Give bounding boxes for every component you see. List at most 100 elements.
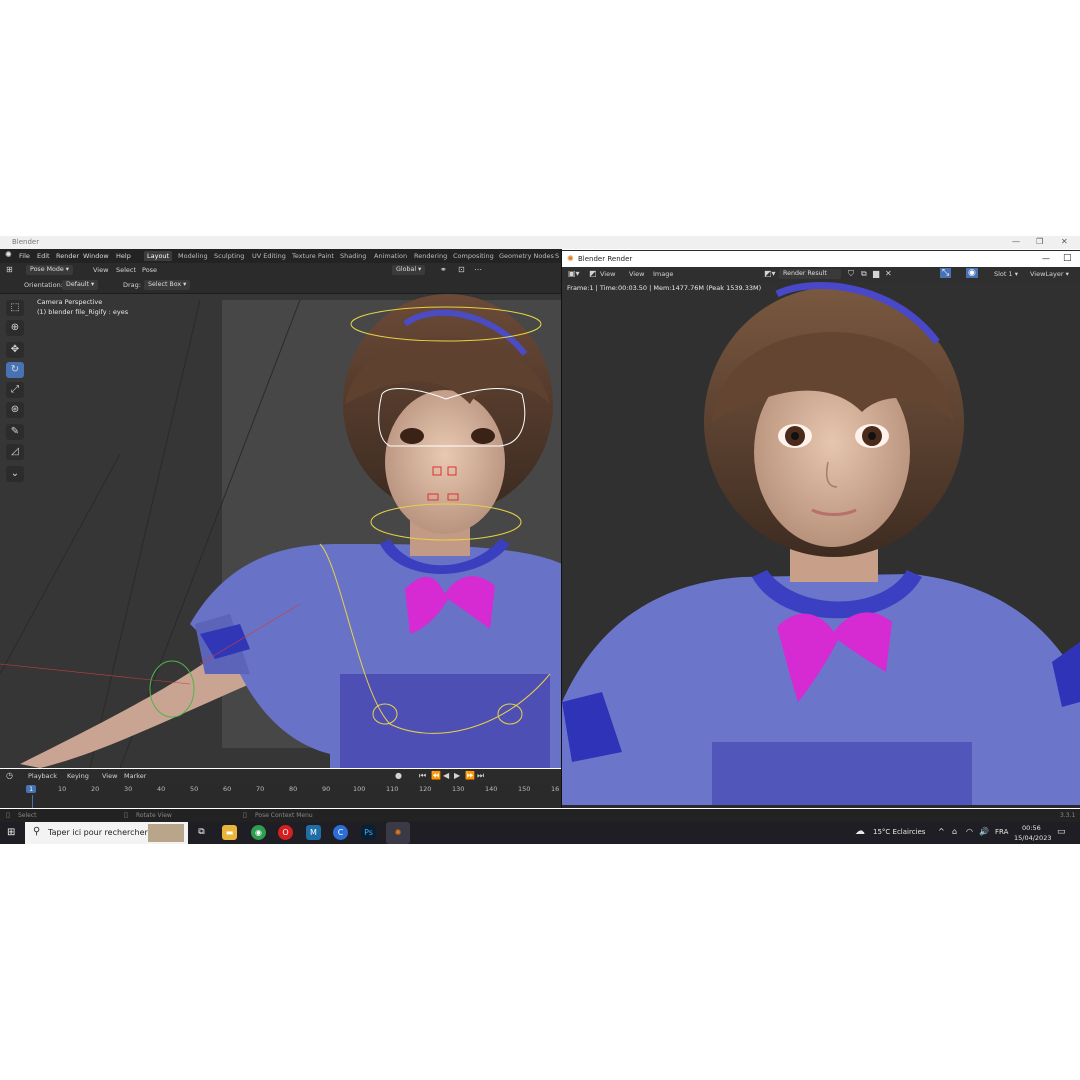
photoshop-icon[interactable]: Ps <box>361 825 376 840</box>
pivot-icon[interactable]: ⚭ <box>440 265 447 274</box>
folder-icon[interactable]: ▆ <box>873 269 879 278</box>
timeline-view[interactable]: View <box>102 772 117 780</box>
viewport-toolbar: ⬚ ⊕ ✥ ↻ ⤢ ⊛ ✎ ◿ ⌄ <box>4 298 26 484</box>
mouse-left-icon: ▯ <box>6 811 10 819</box>
tab-layout[interactable]: Layout <box>144 251 173 261</box>
tab-modeling[interactable]: Modeling <box>175 251 211 261</box>
blender-taskbar-icon[interactable]: ✺ <box>386 822 410 844</box>
play-icon[interactable]: ▶ <box>454 771 460 780</box>
file-explorer-icon[interactable]: ▬ <box>222 825 237 840</box>
record-icon[interactable]: ● <box>395 771 402 780</box>
mode-select[interactable]: Pose Mode ▾ <box>26 265 73 275</box>
measure-icon[interactable]: ◿ <box>6 444 24 460</box>
playhead[interactable] <box>32 795 33 808</box>
network-icon[interactable]: ⌂ <box>952 827 957 836</box>
move-icon[interactable]: ✥ <box>6 342 24 358</box>
menu-view[interactable]: View <box>93 266 108 274</box>
jump-start-icon[interactable]: ⏮ <box>419 771 426 781</box>
menu-file[interactable]: File <box>19 252 30 260</box>
volume-icon[interactable]: 🔊 <box>979 827 989 836</box>
rotate-icon[interactable]: ↻ <box>6 362 24 378</box>
close-icon[interactable]: ✕ <box>1061 237 1068 246</box>
task-view-icon[interactable]: ⧉ <box>194 825 209 840</box>
tray-chevron-icon[interactable]: ^ <box>938 827 945 836</box>
menu-edit[interactable]: Edit <box>37 252 50 260</box>
timeline-keying[interactable]: Keying <box>67 772 89 780</box>
tab-compositing[interactable]: Compositing <box>450 251 497 261</box>
render-result-field[interactable]: Render Result <box>779 269 841 279</box>
c-app-icon[interactable]: C <box>333 825 348 840</box>
render-view-menu-1[interactable]: View <box>600 270 615 278</box>
render-minimize-icon[interactable]: — <box>1042 254 1050 263</box>
chrome-icon[interactable]: ◉ <box>251 825 266 840</box>
cursor-icon[interactable]: ⊕ <box>6 320 24 336</box>
timeline-marker[interactable]: Marker <box>124 772 146 780</box>
menu-help[interactable]: Help <box>116 252 131 260</box>
jump-end-icon[interactable]: ⏭ <box>477 771 484 781</box>
drag-value: Select Box <box>148 281 182 288</box>
proportional-icon[interactable]: ⋯ <box>474 265 482 274</box>
transform-icon[interactable]: ⊛ <box>6 402 24 418</box>
timeline-editor-icon[interactable]: ◷ <box>6 771 13 780</box>
blender-logo-icon[interactable]: ✺ <box>5 250 12 259</box>
tick-label: 40 <box>157 785 166 793</box>
version-label: 3.3.1 <box>1060 812 1076 819</box>
drag-select[interactable]: Select Box ▾ <box>144 280 191 290</box>
timeline-playback[interactable]: Playback <box>28 772 57 780</box>
timeline[interactable]: 1 10 20 30 40 50 60 70 80 90 100 110 120… <box>0 783 562 808</box>
language-indicator[interactable]: FRA <box>995 828 1008 836</box>
render-image-menu[interactable]: Image <box>653 270 673 278</box>
weather-text[interactable]: 15°C Eclaircies <box>873 828 925 836</box>
play-reverse-icon[interactable]: ◀ <box>443 771 449 780</box>
view-layer-select[interactable]: ViewLayer ▾ <box>1030 270 1069 278</box>
image-browse-icon[interactable]: ◩▾ <box>764 269 776 278</box>
snap-icon[interactable]: ⊡ <box>458 265 465 274</box>
blender-small-icon: ✺ <box>567 254 574 263</box>
tab-shading[interactable]: Shading <box>337 251 369 261</box>
editor-type-icon[interactable]: ⊞ <box>6 265 13 274</box>
viewport-3d[interactable] <box>0 294 562 768</box>
minimize-icon[interactable]: — <box>1012 237 1020 246</box>
render-view-menu-2[interactable]: View <box>629 270 644 278</box>
tick-label: 130 <box>452 785 465 793</box>
scale-icon[interactable]: ⤢ <box>6 382 24 398</box>
notification-icon[interactable]: ▭ <box>1057 827 1066 837</box>
duplicate-icon[interactable]: ⧉ <box>861 269 867 279</box>
m-app-icon[interactable]: M <box>306 825 321 840</box>
menu-window[interactable]: Window <box>83 252 109 260</box>
select-box-icon[interactable]: ⬚ <box>6 300 24 316</box>
orientation-select[interactable]: Default ▾ <box>62 280 99 290</box>
tab-sculpting[interactable]: Sculpting <box>211 251 247 261</box>
tick-label: 100 <box>353 785 366 793</box>
tab-uv-editing[interactable]: UV Editing <box>249 251 289 261</box>
view-mode-icon[interactable]: ◩ <box>589 269 597 278</box>
render-maximize-icon[interactable]: □ <box>1063 253 1072 263</box>
tab-animation[interactable]: Animation <box>371 251 410 261</box>
overlay-icon[interactable]: ◉ <box>966 268 978 278</box>
menu-render[interactable]: Render <box>56 252 79 260</box>
gizmo-icon[interactable]: ⤡ <box>940 268 952 278</box>
clock-time[interactable]: 00:56 <box>1022 824 1041 832</box>
image-editor-icon[interactable]: ▣▾ <box>568 269 580 278</box>
next-keyframe-icon[interactable]: ⏩ <box>465 771 475 780</box>
current-frame[interactable]: 1 <box>26 785 37 793</box>
opera-icon[interactable]: O <box>278 825 293 840</box>
render-result-image[interactable] <box>562 282 1080 805</box>
tab-texture-paint[interactable]: Texture Paint <box>289 251 337 261</box>
unlink-icon[interactable]: ✕ <box>885 269 892 278</box>
fake-user-icon[interactable]: ⛉ <box>848 269 854 279</box>
wifi-icon[interactable]: ◠ <box>966 827 973 836</box>
restore-icon[interactable]: ❐ <box>1036 237 1043 246</box>
slot-select[interactable]: Slot 1 ▾ <box>994 270 1018 278</box>
clock-date[interactable]: 15/04/2023 <box>1014 834 1051 842</box>
windows-start-icon[interactable]: ⊞ <box>7 827 15 838</box>
taskbar-search[interactable]: ⚲ Taper ici pour rechercher <box>25 822 188 844</box>
annotate-icon[interactable]: ✎ <box>6 424 24 440</box>
transform-orientation-select[interactable]: Global ▾ <box>392 265 426 275</box>
menu-select[interactable]: Select <box>116 266 136 274</box>
menu-pose[interactable]: Pose <box>142 266 157 274</box>
bone-tool-icon[interactable]: ⌄ <box>6 466 24 482</box>
tab-geometry-nodes[interactable]: Geometry Nodes <box>496 251 557 261</box>
tab-rendering[interactable]: Rendering <box>411 251 450 261</box>
prev-keyframe-icon[interactable]: ⏪ <box>431 771 441 780</box>
